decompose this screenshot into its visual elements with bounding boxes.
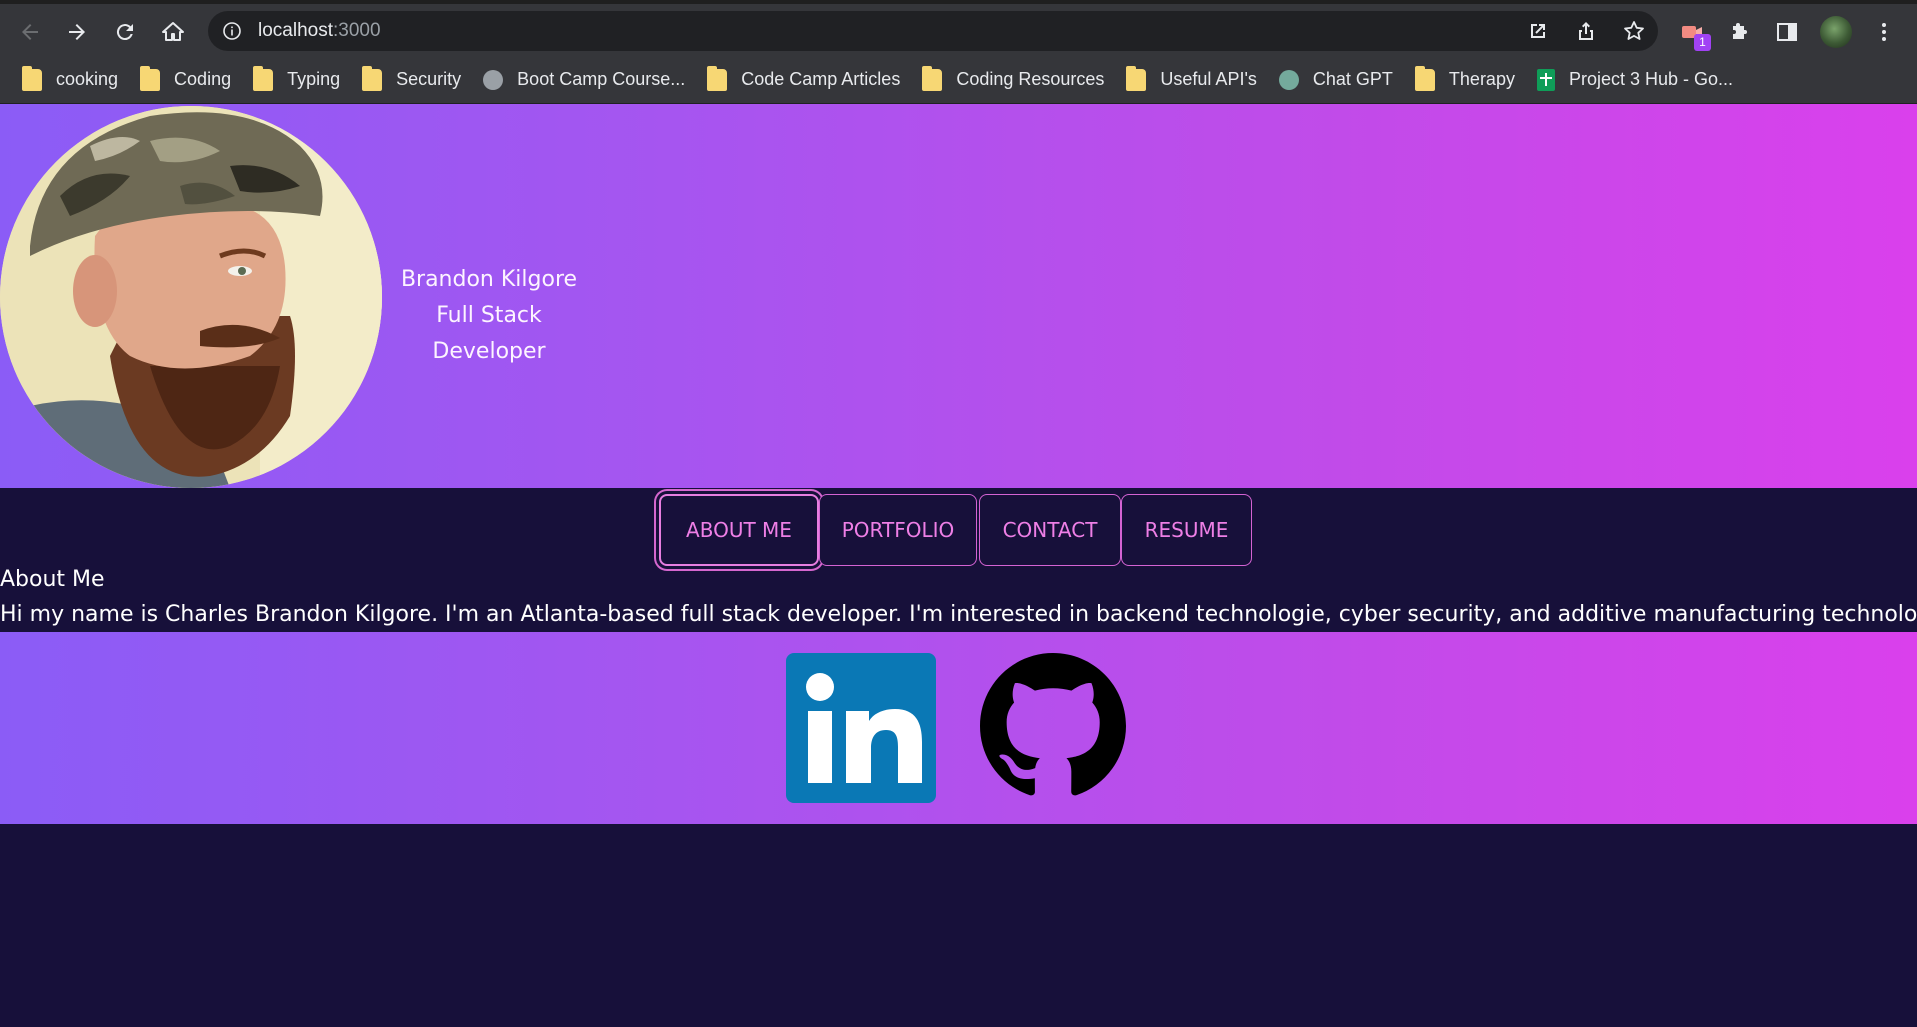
developer-name: Brandon Kilgore (400, 267, 578, 292)
bookmark-item[interactable]: Code Camp Articles (697, 62, 910, 98)
developer-role: Full Stack Developer (432, 303, 546, 364)
bookmark-item[interactable]: Security (352, 62, 471, 98)
bookmark-label: Code Camp Articles (741, 69, 901, 89)
bookmark-item[interactable]: Coding (130, 62, 241, 98)
side-panel-icon (1777, 23, 1797, 41)
folder-icon (22, 65, 42, 91)
linkedin-icon (806, 673, 922, 783)
tab-portfolio[interactable]: PORTFOLIO (819, 494, 977, 566)
extension-badge: 1 (1694, 34, 1711, 51)
puzzle-icon (1733, 23, 1747, 39)
bookmark-label: Therapy (1448, 69, 1515, 89)
arrow-left-icon (22, 24, 38, 40)
profile-photo-image (0, 106, 382, 488)
browser-menu-button[interactable] (1868, 16, 1900, 48)
folder-icon (1126, 65, 1147, 91)
portfolio-page: Brandon Kilgore Full Stack Developer ABO… (0, 104, 1917, 1027)
github-link[interactable] (980, 653, 1126, 799)
url-text: localhost:3000 (258, 20, 381, 41)
extensions-menu-button[interactable] (1724, 16, 1756, 48)
reload-icon (116, 24, 133, 41)
bookmark-label: Project 3 Hub - Go... (1568, 69, 1734, 89)
bookmarks-bar: cooking Coding Typing Security Boot Camp Cou… (0, 56, 1917, 104)
bookmark-label: Chat GPT (1312, 69, 1393, 89)
more-vert-icon (1882, 23, 1886, 41)
bookmark-item[interactable]: Chat GPT (1269, 62, 1403, 98)
forward-button[interactable] (59, 14, 95, 50)
side-panel-button[interactable] (1771, 16, 1803, 48)
hero-header: Brandon Kilgore Full Stack Developer (0, 104, 1917, 488)
globe-icon (483, 69, 504, 90)
bookmark-star-icon[interactable] (1622, 19, 1646, 43)
bookmark-label: Security (396, 69, 462, 89)
bookmark-item[interactable]: Project 3 Hub - Go... (1527, 62, 1743, 98)
arrow-right-icon (69, 24, 85, 40)
profile-photo (0, 106, 382, 488)
hero-intro: Brandon Kilgore Full Stack Developer (382, 262, 596, 370)
bookmark-label: Coding Resources (956, 69, 1105, 89)
folder-icon (1414, 65, 1435, 91)
bookmark-label: Typing (287, 69, 341, 89)
main-nav: ABOUT ME PORTFOLIO CONTACT RESUME (0, 488, 1917, 566)
back-button[interactable] (12, 14, 48, 50)
folder-icon (140, 65, 161, 91)
browser-toolbar: localhost:3000 1 (0, 0, 1917, 56)
folder-icon (922, 65, 943, 91)
folder-icon (253, 65, 274, 91)
bookmark-label: cooking (56, 69, 119, 89)
github-icon (980, 653, 1126, 796)
chatgpt-icon (1278, 69, 1299, 90)
google-sheets-icon (1536, 68, 1555, 91)
reload-button[interactable] (107, 14, 143, 50)
social-footer (0, 632, 1917, 824)
bookmark-item[interactable]: cooking (12, 62, 128, 98)
bookmark-item[interactable]: Useful API's (1116, 62, 1266, 98)
tab-resume[interactable]: RESUME (1121, 494, 1252, 566)
bookmark-item[interactable]: Coding Resources (912, 62, 1114, 98)
bookmark-item[interactable]: Typing (243, 62, 350, 98)
address-bar[interactable]: localhost:3000 (208, 11, 1658, 51)
folder-icon (707, 65, 728, 91)
bookmark-item[interactable]: Boot Camp Course... (473, 62, 695, 98)
home-button[interactable] (155, 14, 191, 50)
about-title: About Me (0, 567, 105, 592)
tab-contact[interactable]: CONTACT (979, 494, 1121, 566)
bookmark-label: Coding (174, 69, 232, 89)
about-body: Hi my name is Charles Brandon Kilgore. I… (0, 602, 1917, 627)
home-icon (162, 22, 184, 41)
site-info-icon[interactable] (222, 21, 242, 41)
share-icon[interactable] (1574, 19, 1598, 43)
open-in-new-icon[interactable] (1526, 19, 1550, 43)
bookmark-label: Useful API's (1160, 69, 1257, 89)
bookmark-label: Boot Camp Course... (517, 69, 686, 89)
bookmark-item[interactable]: Therapy (1405, 62, 1525, 98)
tab-about-me[interactable]: ABOUT ME (659, 494, 819, 566)
about-section: About Me Hi my name is Charles Brandon K… (0, 564, 1917, 634)
folder-icon (362, 65, 383, 91)
linkedin-link[interactable] (786, 653, 936, 803)
profile-avatar[interactable] (1820, 16, 1852, 48)
